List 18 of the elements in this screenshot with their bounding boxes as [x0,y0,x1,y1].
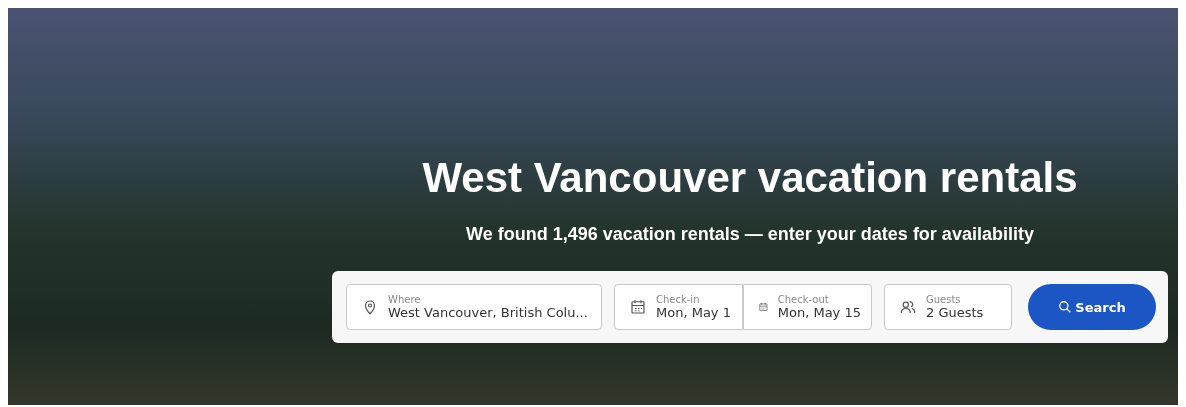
field-value: 2 Guests [926,305,984,320]
search-button[interactable]: Search [1028,284,1156,330]
field-value: Mon, May 1 [656,305,731,320]
guests-field[interactable]: Guests 2 Guests [884,284,1012,330]
search-icon [1058,300,1073,314]
date-field[interactable]: Check-in Mon, May 1 [614,284,743,330]
field-value: West Vancouver, British Colu... [388,305,588,320]
people-icon [899,298,917,316]
field-value: Mon, May 15 [777,305,861,320]
field-label: Where [388,294,422,305]
field-label: Guests [926,294,962,305]
field-label: Check-in [656,294,701,305]
page-subtitle: We found 1,496 vacation rentals — enter your dates for availability [466,224,1034,245]
calendar-icon [629,298,647,316]
location-field[interactable]: Where West Vancouver, British Colu... [346,284,602,330]
date-field[interactable]: Check-out Mon, May 15 [743,284,872,330]
page-title: West Vancouver vacation rentals [422,154,1078,202]
field-label: Check-out [777,294,830,305]
